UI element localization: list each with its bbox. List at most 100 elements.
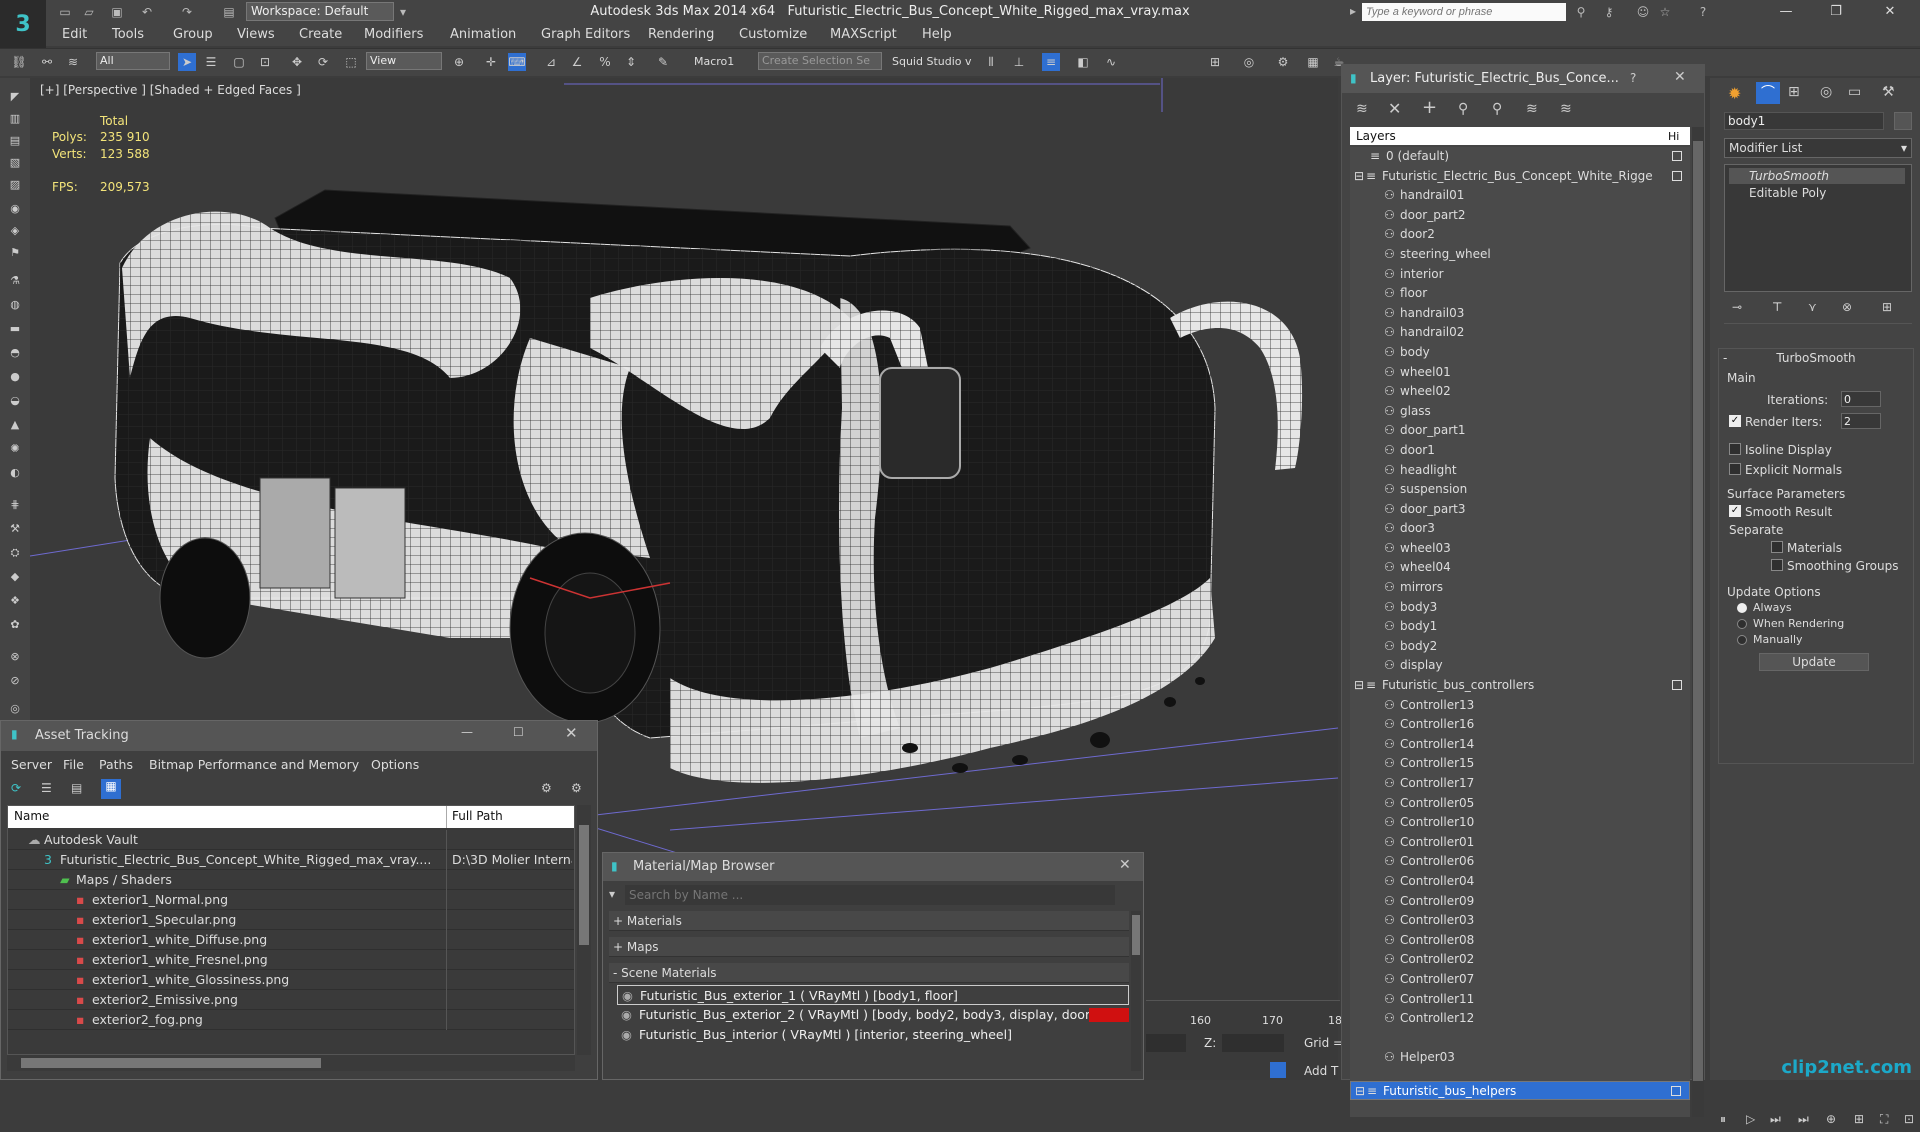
table-view-icon[interactable]: ▦	[101, 779, 121, 799]
select-object-icon[interactable]: ➤	[178, 53, 196, 71]
select-layer-icon[interactable]: ⚲	[1458, 101, 1468, 117]
select-manipulate-icon[interactable]: ✛	[482, 53, 500, 71]
hide-toggle-icon[interactable]	[1671, 1086, 1681, 1096]
col-name-header[interactable]: Name	[14, 809, 49, 823]
app-menu-button[interactable]: 3	[0, 0, 46, 48]
stack-item-turbosmooth[interactable]: TurboSmooth	[1729, 168, 1905, 184]
redo-icon[interactable]: ↷	[178, 3, 196, 21]
utilities-tab-icon[interactable]: ⚒	[1882, 84, 1895, 100]
layer-object-row[interactable]: ⚇door_part3	[1350, 500, 1690, 520]
object-name-input[interactable]	[1724, 112, 1884, 130]
asset-tracking-titlebar[interactable]: ▮ Asset Tracking — ☐ ✕	[1, 721, 597, 751]
layer-panel-titlebar[interactable]: ▮ Layer: Futuristic_Electric_Bus_Conce..…	[1342, 65, 1704, 93]
asset-row[interactable]: ▪exterior2_fog.png	[8, 1010, 574, 1030]
save-icon[interactable]: ▣	[108, 3, 126, 21]
restore-button[interactable]: ❐	[1822, 2, 1850, 22]
new-file-icon[interactable]: ▭	[56, 3, 74, 21]
layer-object-row[interactable]: ⚇Controller03	[1350, 911, 1690, 931]
layer-object-row[interactable]: ⚇Controller10	[1350, 813, 1690, 833]
resolve-icon[interactable]: ⚙	[541, 781, 552, 795]
hierarchy-tab-icon[interactable]: ⊞	[1788, 84, 1800, 100]
tool-icon[interactable]: ⋕	[6, 498, 24, 514]
asset-row[interactable]: ▪exterior1_Normal.png	[8, 890, 574, 910]
configure-sets-icon[interactable]: ⊞	[1882, 300, 1892, 314]
remove-modifier-icon[interactable]: ⊗	[1842, 300, 1852, 314]
spinner-snap-icon[interactable]: ⇕	[622, 53, 640, 71]
asset-vscrollbar[interactable]	[577, 805, 591, 1055]
zoom-extents-icon[interactable]: ⛶	[1880, 1112, 1888, 1127]
modify-tab-icon[interactable]: ⌒	[1756, 82, 1780, 104]
hide-toggle-icon[interactable]	[1672, 680, 1682, 690]
close-icon[interactable]: ✕	[565, 724, 578, 742]
layer-object-row[interactable]: ⚇handrail02	[1350, 323, 1690, 343]
rotate-icon[interactable]: ⟳	[314, 53, 332, 71]
tool-icon[interactable]: ◒	[6, 394, 24, 410]
scale-icon[interactable]: ⬚	[342, 53, 360, 71]
timeline-ruler[interactable]	[1146, 1000, 1340, 1026]
tool-icon[interactable]: ⚒	[6, 522, 24, 538]
tool-icon[interactable]: ▨	[6, 178, 24, 194]
reference-coord-dropdown[interactable]: View	[366, 52, 442, 70]
graphite-ribbon-icon[interactable]: ◧	[1074, 53, 1092, 71]
layer-object-row[interactable]: ⚇mirrors	[1350, 578, 1690, 598]
layer-object-row[interactable]: ⚇wheel01	[1350, 363, 1690, 383]
align-icon[interactable]: ⊥	[1010, 53, 1028, 71]
play-icon[interactable]: ▷	[1746, 1112, 1755, 1126]
layers-toolbar-icon[interactable]: ≋	[1356, 101, 1368, 117]
group-maps[interactable]: + Maps	[609, 937, 1129, 957]
edit-named-selection-icon[interactable]: ✎	[654, 53, 672, 71]
tool-icon[interactable]: ◆	[6, 570, 24, 586]
add-time-tag[interactable]: Add T	[1304, 1064, 1338, 1078]
coord-z-field[interactable]	[1222, 1034, 1284, 1052]
layer-object-row[interactable]: ⚇door_part1	[1350, 421, 1690, 441]
link-icon[interactable]: ⛓	[10, 53, 28, 71]
tool-icon[interactable]: ✺	[6, 442, 24, 458]
percent-snap-icon[interactable]: %	[596, 53, 614, 71]
asset-hscrollbar[interactable]	[7, 1055, 575, 1071]
key-filter-icon[interactable]	[1270, 1062, 1286, 1078]
always-radio[interactable]	[1737, 603, 1747, 613]
layer-object-row[interactable]: ⚇Controller13	[1350, 696, 1690, 716]
explicit-normals-checkbox[interactable]	[1729, 463, 1741, 475]
browser-options-icon[interactable]: ▾	[609, 887, 615, 901]
smoothing-groups-checkbox[interactable]	[1771, 559, 1783, 571]
unlink-icon[interactable]: ⚯	[38, 53, 56, 71]
isoline-checkbox[interactable]	[1729, 443, 1741, 455]
expand-toggle-icon[interactable]: ⊟	[1354, 676, 1366, 696]
asset-row[interactable]: ▪exterior1_white_Diffuse.png	[8, 930, 574, 950]
layer-object-row[interactable]: ⚇Controller16	[1350, 715, 1690, 735]
select-by-name-icon[interactable]: ☰	[202, 53, 220, 71]
layer-object-row[interactable]: ⚇door1	[1350, 441, 1690, 461]
bind-spacewarp-icon[interactable]: ≋	[64, 53, 82, 71]
layer-object-row[interactable]: ⚇handrail01	[1350, 186, 1690, 206]
menu-animation[interactable]: Animation	[450, 27, 516, 42]
layer-row[interactable]: ⊟≡Futuristic_Electric_Bus_Concept_White_…	[1350, 167, 1690, 187]
tool-icon[interactable]: ⚗	[6, 274, 24, 290]
layer-object-row[interactable]: ⚇Controller12	[1350, 1009, 1690, 1029]
layer-object-row[interactable]: ⚇wheel03	[1350, 539, 1690, 559]
layer-object-row[interactable]: ⚇body3	[1350, 598, 1690, 618]
tool-icon[interactable]: ▬	[6, 322, 24, 338]
hide-column-header[interactable]: Hi	[1668, 130, 1679, 143]
display-tab-icon[interactable]: ▭	[1848, 84, 1861, 100]
separate-materials-checkbox[interactable]	[1771, 541, 1783, 553]
render-iters-checkbox[interactable]: ✓	[1729, 415, 1741, 427]
settings-icon[interactable]: ⚙	[571, 781, 582, 795]
menu-edit[interactable]: Edit	[62, 27, 87, 42]
pin-stack-icon[interactable]: ⊸	[1732, 300, 1742, 314]
material-item[interactable]: ◉Futuristic_Bus_exterior_2 ( VRayMtl ) […	[617, 1005, 1129, 1025]
iterations-spinner[interactable]	[1841, 391, 1881, 407]
tool-icon[interactable]: ◓	[6, 346, 24, 362]
workspace-dropdown[interactable]: Workspace: Default	[246, 2, 394, 21]
angle-snap-icon[interactable]: ∠	[568, 53, 586, 71]
tool-icon[interactable]: ●	[6, 370, 24, 386]
material-item[interactable]: ◉Futuristic_Bus_exterior_1 ( VRayMtl ) […	[617, 985, 1129, 1005]
tool-icon[interactable]: ▤	[6, 134, 24, 150]
make-unique-icon[interactable]: ⋎	[1808, 300, 1817, 314]
macro-button[interactable]: Macro1	[694, 55, 734, 68]
layer-object-row[interactable]: ⚇body2	[1350, 637, 1690, 657]
layer-object-row[interactable]: ⚇Controller07	[1350, 970, 1690, 990]
squid-studio-button[interactable]: Squid Studio v	[892, 55, 972, 68]
chevron-down-icon[interactable]: ▾	[394, 3, 412, 21]
layer-object-row[interactable]: ⚇Controller06	[1350, 852, 1690, 872]
